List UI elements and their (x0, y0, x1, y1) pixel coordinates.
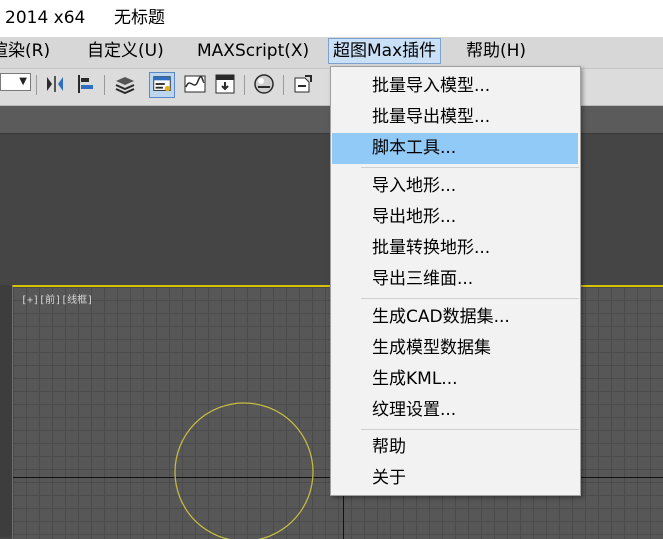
toolbar-divider (283, 75, 284, 95)
menu-supermap-plugin[interactable]: 超图Max插件 (328, 38, 442, 64)
menu-rendering[interactable]: 渲染(R) (0, 37, 50, 66)
menu-item-batch-export-model[interactable]: 批量导出模型... (331, 102, 580, 133)
align-button[interactable] (72, 72, 98, 98)
layer-manager-button[interactable] (112, 72, 138, 98)
menu-separator (361, 429, 579, 430)
material-editor-icon (254, 74, 274, 94)
render-setup-icon (294, 75, 312, 93)
align-icon (78, 75, 93, 93)
menu-maxscript[interactable]: MAXScript(X) (197, 37, 309, 66)
schematic-view-icon (215, 74, 235, 94)
menu-item-batch-convert-terrain[interactable]: 批量转换地形... (331, 233, 580, 264)
menu-item-export-terrain[interactable]: 导出地形... (331, 202, 580, 233)
schematic-view-button[interactable] (212, 72, 238, 98)
chevron-down-icon: ▼ (19, 76, 27, 87)
toolbar-divider (244, 75, 245, 95)
scene-explorer-button[interactable] (149, 72, 175, 98)
mirror-button[interactable] (42, 72, 68, 98)
viewport-left-border (0, 285, 12, 537)
title-bar: 2014 x64 无标题 (0, 0, 663, 37)
supermap-plugin-menu: 批量导入模型... 批量导出模型... 脚本工具... 导入地形... 导出地形… (330, 66, 581, 496)
curve-editor-button[interactable] (182, 72, 208, 98)
menu-bar: 渲染(R) 自定义(U) MAXScript(X) 超图Max插件 帮助(H) (0, 37, 663, 69)
menu-item-texture-settings[interactable]: 纹理设置... (331, 395, 580, 426)
menu-item-help[interactable]: 帮助 (331, 432, 580, 463)
menu-separator (361, 167, 579, 168)
menu-item-generate-cad-dataset[interactable]: 生成CAD数据集... (331, 302, 580, 333)
menu-item-import-terrain[interactable]: 导入地形... (331, 171, 580, 202)
app-version: 2014 x64 (5, 8, 86, 28)
toolbar-divider (36, 75, 37, 95)
toolbar-divider (104, 75, 105, 95)
menu-item-generate-model-dataset[interactable]: 生成模型数据集 (331, 333, 580, 364)
menu-item-script-tools[interactable]: 脚本工具... (332, 133, 578, 164)
menu-item-export-3d-faces[interactable]: 导出三维面... (331, 264, 580, 295)
document-title: 无标题 (114, 8, 165, 28)
named-selection-combo[interactable]: ▼ (0, 73, 31, 91)
material-editor-button[interactable] (251, 72, 277, 98)
menu-item-generate-kml[interactable]: 生成KML... (331, 364, 580, 395)
menu-customize[interactable]: 自定义(U) (87, 37, 164, 66)
render-setup-button[interactable] (290, 72, 316, 98)
curve-editor-icon (184, 75, 206, 93)
menu-item-batch-import-model[interactable]: 批量导入模型... (331, 71, 580, 102)
menu-item-about[interactable]: 关于 (331, 463, 580, 494)
scene-explorer-icon (153, 76, 171, 92)
mirror-icon (47, 76, 63, 92)
menu-help[interactable]: 帮助(H) (466, 37, 526, 66)
layer-manager-icon (115, 77, 135, 95)
menu-separator (361, 298, 579, 299)
